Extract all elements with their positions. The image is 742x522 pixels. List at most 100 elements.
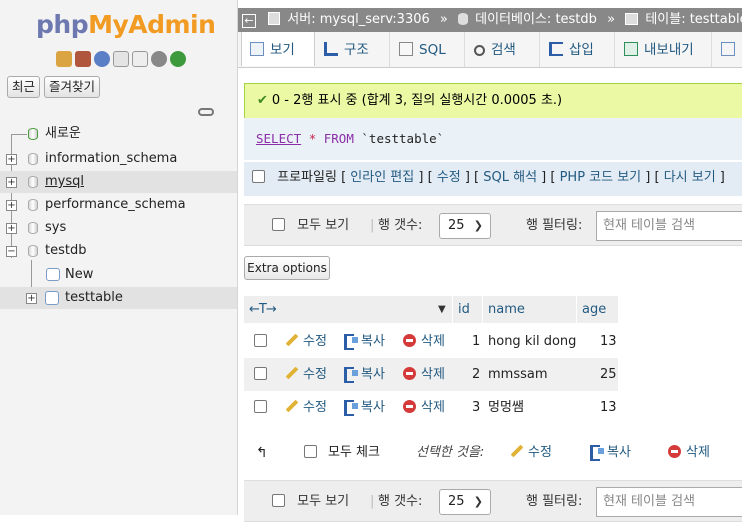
inline-edit-link[interactable]: 인라인 편집 bbox=[350, 170, 414, 185]
show-all-toggle[interactable]: 모두 보기 bbox=[272, 205, 349, 245]
cell-age[interactable]: 13 bbox=[600, 391, 617, 424]
check-all-checkbox[interactable] bbox=[304, 445, 317, 458]
breadcrumb-table[interactable]: 테이블: testtable bbox=[645, 8, 742, 32]
column-header-age[interactable]: age bbox=[582, 296, 606, 324]
tree-item-testdb-new[interactable]: New bbox=[0, 264, 237, 286]
tab-search[interactable]: 검색 bbox=[466, 32, 540, 67]
tree-item-sys[interactable]: + sys bbox=[0, 217, 237, 239]
favorites-button[interactable]: 즐겨찾기 bbox=[44, 76, 101, 98]
navigation-sidebar: phpMyAdmin 최근 즐겨찾기 새로운 + information_sch… bbox=[0, 0, 238, 515]
column-resize-arrows[interactable]: ←T→ bbox=[249, 296, 277, 324]
row-copy-button[interactable]: 복사 bbox=[344, 391, 385, 424]
cell-age[interactable]: 25 bbox=[600, 358, 617, 391]
check-all-label[interactable]: 모두 체크 bbox=[328, 440, 380, 466]
row-filter-input[interactable]: 현재 테이블 검색 bbox=[596, 211, 742, 241]
sql-select-keyword[interactable]: SELECT bbox=[256, 131, 301, 146]
row-edit-button[interactable]: 수정 bbox=[285, 325, 327, 358]
expand-icon[interactable]: + bbox=[6, 177, 17, 188]
refresh-link[interactable]: 다시 보기 bbox=[664, 170, 716, 185]
docs-icon[interactable] bbox=[113, 51, 129, 67]
tab-browse[interactable]: 보기 bbox=[241, 32, 315, 66]
reload-icon[interactable] bbox=[170, 51, 186, 67]
tab-insert[interactable]: 삽입 bbox=[541, 32, 615, 67]
tab-sql[interactable]: SQL bbox=[391, 32, 465, 67]
tree-item-testtable[interactable]: + testtable bbox=[0, 287, 237, 309]
expand-icon[interactable]: + bbox=[26, 293, 37, 304]
arrow-up-icon: ↰ bbox=[256, 445, 268, 461]
row-edit-button[interactable]: 수정 bbox=[285, 391, 327, 424]
server-icon bbox=[268, 12, 281, 25]
show-all-toggle[interactable]: 모두 보기 bbox=[272, 481, 349, 521]
cell-name[interactable]: hong kil dong bbox=[488, 325, 576, 358]
tree-item-information-schema[interactable]: + information_schema bbox=[0, 148, 237, 170]
cell-name[interactable]: 멍멍쌤 bbox=[488, 391, 524, 424]
row-count-select[interactable]: 25 ❯ bbox=[439, 213, 491, 239]
more-icon bbox=[721, 42, 735, 56]
column-header-id[interactable]: id bbox=[458, 296, 470, 324]
sql-explain-link[interactable]: SQL 해석 bbox=[483, 170, 537, 185]
breadcrumb-server[interactable]: 서버: mysql_serv:3306 bbox=[287, 8, 430, 32]
expand-icon[interactable]: + bbox=[6, 154, 17, 165]
collapse-icon[interactable]: − bbox=[6, 246, 17, 257]
row-delete-button[interactable]: 삭제 bbox=[403, 358, 445, 391]
breadcrumb-database[interactable]: 데이터베이스: testdb bbox=[475, 8, 597, 32]
table-header: ←T→ ▼ id name age bbox=[244, 296, 618, 324]
row-copy-button[interactable]: 복사 bbox=[344, 325, 385, 358]
row-count-label: 행 갯수: bbox=[378, 218, 423, 233]
cell-age[interactable]: 13 bbox=[600, 325, 617, 358]
show-all-checkbox[interactable] bbox=[272, 218, 285, 231]
profiling-checkbox[interactable] bbox=[252, 170, 265, 183]
home-icon[interactable] bbox=[56, 51, 72, 67]
pencil-icon bbox=[285, 333, 299, 347]
table-browse-icon[interactable] bbox=[45, 291, 59, 305]
phpmyadmin-logo[interactable]: phpMyAdmin bbox=[36, 10, 216, 39]
bulk-delete-button[interactable]: 삭제 bbox=[668, 440, 710, 466]
cell-id[interactable]: 1 bbox=[472, 325, 480, 358]
tree-item-testdb[interactable]: − testdb bbox=[0, 240, 237, 262]
column-options-icon[interactable]: ▼ bbox=[438, 296, 446, 324]
row-edit-button[interactable]: 수정 bbox=[285, 358, 327, 391]
row-filter-label: 행 필터링: bbox=[526, 494, 583, 509]
row-delete-button[interactable]: 삭제 bbox=[403, 325, 445, 358]
check-icon: ✔ bbox=[257, 93, 268, 108]
structure-icon bbox=[324, 42, 338, 56]
back-icon[interactable]: ← bbox=[242, 14, 256, 28]
extra-options-button[interactable]: Extra options bbox=[244, 256, 330, 280]
column-header-name[interactable]: name bbox=[488, 296, 525, 324]
help-icon[interactable] bbox=[94, 51, 110, 67]
cell-id[interactable]: 2 bbox=[472, 358, 480, 391]
profiling-bar: 프로파일링 [ 인라인 편집 ] [ 수정 ] [ SQL 해석 ] [ PHP… bbox=[244, 162, 742, 196]
row-checkbox[interactable] bbox=[254, 400, 267, 413]
show-all-checkbox[interactable] bbox=[272, 494, 285, 507]
row-checkbox[interactable] bbox=[254, 367, 267, 380]
tree-item-new[interactable]: 새로운 bbox=[0, 123, 237, 145]
link-icon[interactable] bbox=[198, 108, 214, 116]
tab-export[interactable]: 내보내기 bbox=[616, 32, 712, 67]
row-filter-input[interactable]: 현재 테이블 검색 bbox=[596, 487, 742, 517]
copy-icon[interactable] bbox=[132, 51, 148, 67]
expand-icon[interactable]: + bbox=[6, 200, 17, 211]
tree-item-performance-schema[interactable]: + performance_schema bbox=[0, 194, 237, 216]
quick-links bbox=[56, 51, 186, 67]
delete-icon bbox=[403, 334, 416, 347]
tree-item-mysql[interactable]: + mysql bbox=[0, 171, 237, 193]
copy-icon bbox=[344, 367, 358, 383]
copy-icon bbox=[344, 400, 358, 416]
cell-id[interactable]: 3 bbox=[472, 391, 480, 424]
gear-icon[interactable] bbox=[151, 51, 167, 67]
php-code-link[interactable]: PHP 코드 보기 bbox=[560, 170, 642, 185]
recent-button[interactable]: 최근 bbox=[7, 76, 41, 98]
row-copy-button[interactable]: 복사 bbox=[344, 358, 385, 391]
row-count-select[interactable]: 25 ❯ bbox=[439, 489, 491, 515]
cell-name[interactable]: mmssam bbox=[488, 358, 548, 391]
bottom-navigation-bar: 모두 보기 | 행 갯수: 25 ❯ 행 필터링: 현재 테이블 검색 bbox=[244, 480, 742, 522]
row-checkbox[interactable] bbox=[254, 334, 267, 347]
tab-structure[interactable]: 구조 bbox=[316, 32, 390, 67]
expand-icon[interactable]: + bbox=[6, 223, 17, 234]
bulk-copy-button[interactable]: 복사 bbox=[590, 440, 631, 466]
row-delete-button[interactable]: 삭제 bbox=[403, 391, 445, 424]
logout-icon[interactable] bbox=[75, 51, 91, 67]
edit-query-link[interactable]: 수정 bbox=[437, 170, 461, 185]
bulk-edit-button[interactable]: 수정 bbox=[510, 440, 552, 466]
tab-more[interactable] bbox=[713, 32, 742, 67]
